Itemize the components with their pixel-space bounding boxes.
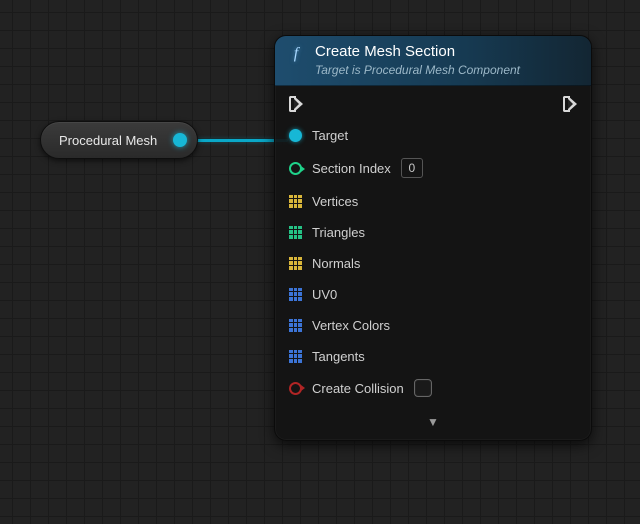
pin-row-uv0: UV0: [289, 286, 577, 302]
normals-pin[interactable]: [289, 257, 302, 270]
pin-row-create-collision: Create Collision: [289, 379, 577, 397]
section-index-input[interactable]: 0: [401, 158, 423, 178]
normals-label: Normals: [312, 256, 360, 271]
uv0-label: UV0: [312, 287, 337, 302]
pin-row-vertices: Vertices: [289, 193, 577, 209]
create-collision-label: Create Collision: [312, 381, 404, 396]
pin-row-target: Target: [289, 127, 577, 143]
variable-node-procedural-mesh[interactable]: Procedural Mesh: [40, 121, 198, 159]
uv0-pin[interactable]: [289, 288, 302, 301]
triangles-pin[interactable]: [289, 226, 302, 239]
vertices-label: Vertices: [312, 194, 358, 209]
exec-in-pin[interactable]: [289, 96, 303, 112]
triangles-label: Triangles: [312, 225, 365, 240]
variable-node-label: Procedural Mesh: [59, 133, 157, 148]
section-index-label: Section Index: [312, 161, 391, 176]
create-collision-checkbox[interactable]: [414, 379, 432, 397]
node-subtitle: Target is Procedural Mesh Component: [315, 63, 520, 77]
function-icon: f: [287, 45, 305, 63]
vertices-pin[interactable]: [289, 195, 302, 208]
wire-procedural-mesh-to-target[interactable]: [188, 139, 288, 142]
node-header[interactable]: f Create Mesh Section Target is Procedur…: [275, 36, 591, 86]
node-title: Create Mesh Section: [315, 43, 520, 61]
pin-row-section-index: Section Index 0: [289, 158, 577, 178]
tangents-pin[interactable]: [289, 350, 302, 363]
target-pin[interactable]: [289, 129, 302, 142]
pin-row-tangents: Tangents: [289, 348, 577, 364]
expand-toggle[interactable]: ▼: [289, 412, 577, 434]
function-node-create-mesh-section[interactable]: f Create Mesh Section Target is Procedur…: [274, 35, 592, 441]
pin-row-triangles: Triangles: [289, 224, 577, 240]
tangents-label: Tangents: [312, 349, 365, 364]
exec-out-pin[interactable]: [563, 96, 577, 112]
node-body: Target Section Index 0 Vertices Triangle…: [275, 86, 591, 440]
section-index-pin[interactable]: [289, 162, 302, 175]
pin-row-normals: Normals: [289, 255, 577, 271]
pin-row-vertex-colors: Vertex Colors: [289, 317, 577, 333]
target-label: Target: [312, 128, 348, 143]
exec-row: [289, 96, 577, 112]
vertex-colors-label: Vertex Colors: [312, 318, 390, 333]
output-pin-object[interactable]: [173, 133, 187, 147]
create-collision-pin[interactable]: [289, 382, 302, 395]
vertex-colors-pin[interactable]: [289, 319, 302, 332]
